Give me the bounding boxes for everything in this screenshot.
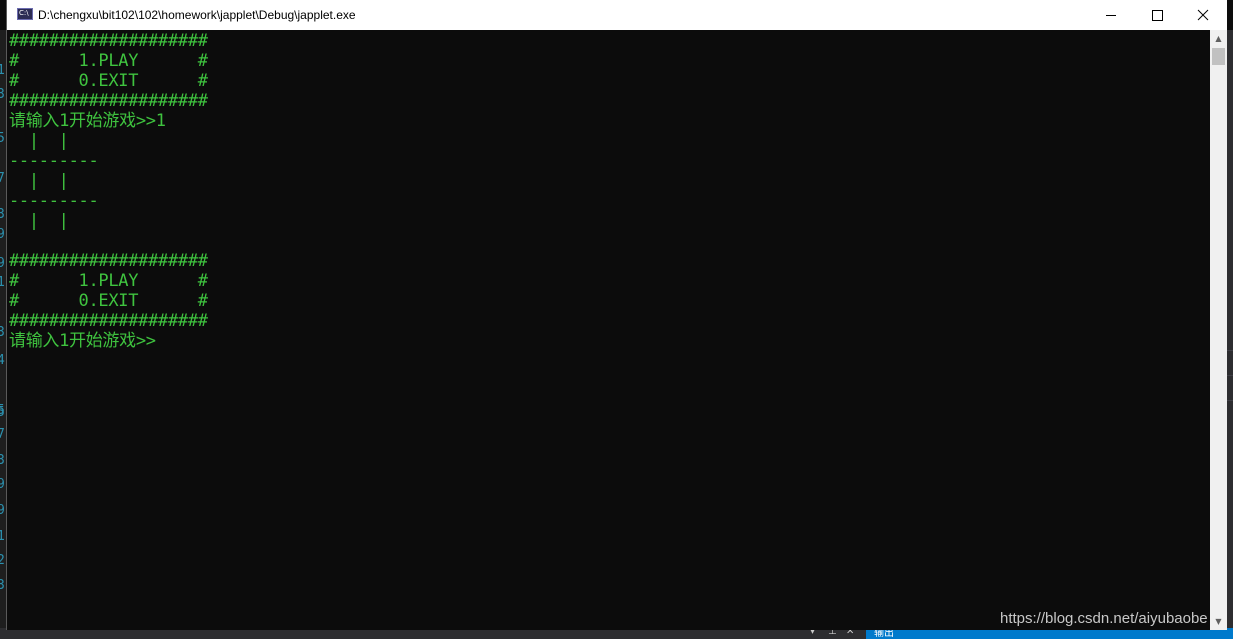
console-line: #################### <box>9 311 208 331</box>
console-line: # 1.PLAY # <box>9 51 208 71</box>
line-number: 4 <box>0 353 5 368</box>
console-window[interactable]: C:\ D:\chengxu\bit102\102\homework\jappl… <box>6 0 1227 630</box>
console-line: 请输入1开始游戏>> <box>9 331 156 351</box>
console-line: # 1.PLAY # <box>9 271 208 291</box>
console-line: --------- <box>9 191 99 211</box>
scroll-up-icon[interactable]: ▲ <box>1210 30 1227 47</box>
line-number: 9 <box>0 477 5 492</box>
console-line: #################### <box>9 31 208 51</box>
desktop: 1 3 5 7 3 9 9 1 3 4 5 5 7 3 9 9 1 2 3 ▾ … <box>0 0 1233 639</box>
console-line: #################### <box>9 91 208 111</box>
maximize-button[interactable] <box>1134 0 1180 30</box>
console-line: #################### <box>9 251 208 271</box>
scrollbar-thumb[interactable] <box>1212 48 1225 65</box>
minimize-icon <box>1106 15 1116 16</box>
line-number: 3 <box>0 453 5 468</box>
console-line: | | <box>9 211 69 231</box>
line-number: 3 <box>0 87 5 102</box>
line-number: 1 <box>0 275 5 290</box>
maximize-icon <box>1152 10 1163 21</box>
minimize-button[interactable] <box>1088 0 1134 30</box>
scroll-down-icon[interactable]: ▼ <box>1210 613 1227 630</box>
console-line: # 0.EXIT # <box>9 291 208 311</box>
window-title: D:\chengxu\bit102\102\homework\japplet\D… <box>38 8 356 22</box>
line-number: 9 <box>0 256 5 271</box>
close-button[interactable] <box>1180 0 1226 30</box>
line-number: 3 <box>0 325 5 340</box>
line-number: 7 <box>0 427 5 442</box>
line-number: 3 <box>0 578 5 593</box>
line-number: 5 <box>0 405 5 420</box>
close-window-icon <box>1197 9 1209 21</box>
console-line: | | <box>9 171 69 191</box>
line-number: 9 <box>0 227 5 242</box>
console-line: # 0.EXIT # <box>9 71 208 91</box>
line-number: 1 <box>0 529 5 544</box>
line-number: 1 <box>0 63 5 78</box>
line-number: 7 <box>0 171 5 186</box>
background-editor-right-edge <box>1226 30 1233 639</box>
line-number: 2 <box>0 553 5 568</box>
line-number: 5 <box>0 131 5 146</box>
console-app-icon: C:\ <box>17 8 33 20</box>
console-line: --------- <box>9 151 99 171</box>
console-output[interactable]: #################### # 1.PLAY # # 0.EXIT… <box>9 31 1209 630</box>
console-line: | | <box>9 131 69 151</box>
console-line: 请输入1开始游戏>>1 <box>9 111 166 131</box>
line-number: 3 <box>0 207 5 222</box>
title-bar[interactable]: C:\ D:\chengxu\bit102\102\homework\jappl… <box>7 0 1227 30</box>
vertical-scrollbar[interactable]: ▲ ▼ <box>1210 30 1227 630</box>
line-number: 9 <box>0 503 5 518</box>
watermark: https://blog.csdn.net/aiyubaobe <box>1000 610 1208 627</box>
